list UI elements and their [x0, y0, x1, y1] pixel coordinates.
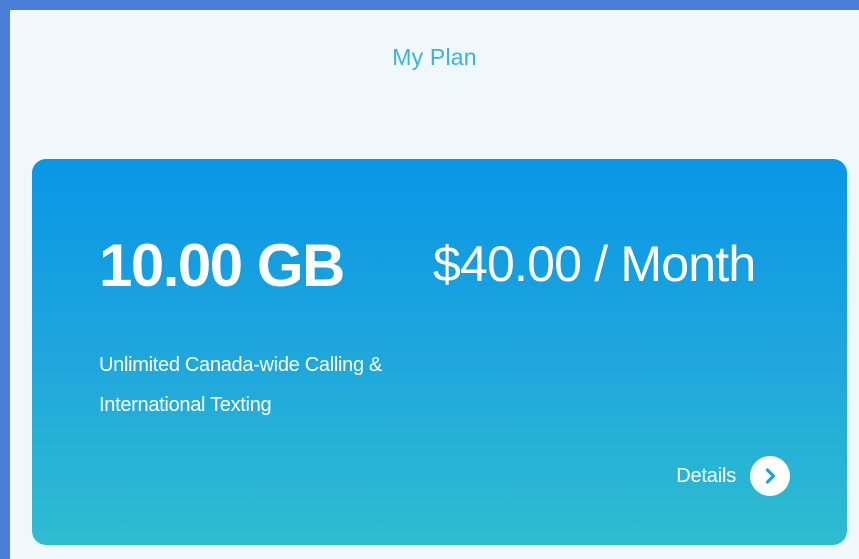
plan-card: 10.00 GB $40.00 / Month Unlimited Canada… — [32, 159, 847, 545]
plan-description-line: International Texting — [99, 394, 272, 416]
plan-data-amount: 10.00 GB — [99, 232, 345, 299]
page-title: My Plan — [392, 44, 477, 70]
plan-description-line: Unlimited Canada-wide Calling & — [99, 354, 383, 376]
plan-price: $40.00 / Month — [433, 236, 756, 292]
plan-description: Unlimited Canada-wide Calling & Internat… — [99, 345, 519, 425]
main-panel: My Plan 10.00 GB $40.00 / Month Unlimite… — [10, 10, 859, 559]
chevron-right-icon — [765, 468, 776, 484]
chevron-right-circle-icon[interactable] — [750, 456, 790, 496]
details-link[interactable]: Details — [676, 456, 790, 496]
details-label: Details — [676, 464, 736, 487]
